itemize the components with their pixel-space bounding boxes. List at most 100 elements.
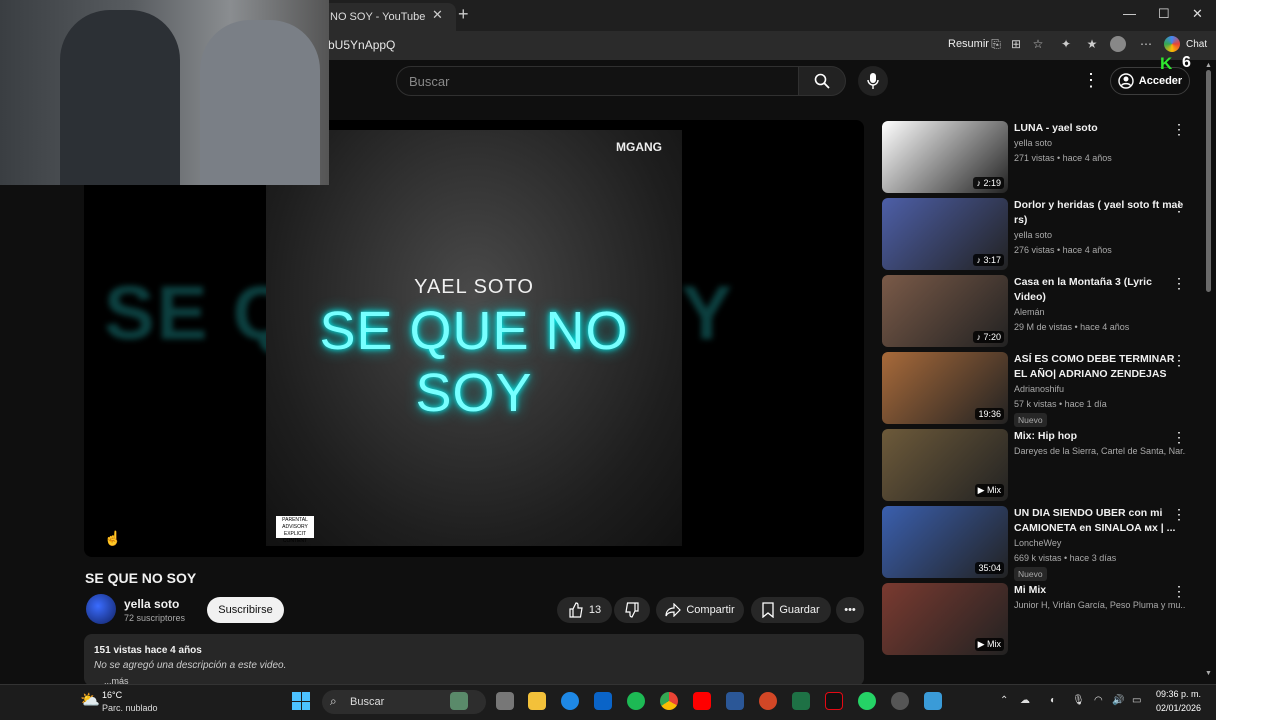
copilot-icon[interactable] <box>1164 36 1180 52</box>
maximize-button[interactable]: ☐ <box>1158 6 1170 22</box>
rec-kebab-icon[interactable]: ⋮ <box>1172 275 1186 292</box>
store-app-icon[interactable] <box>924 692 942 710</box>
rec-title[interactable]: Dorlor y heridas ( yael soto ft mae rs) <box>1014 198 1186 228</box>
rec-channel[interactable]: Dareyes de la Sierra, Cartel de Santa, N… <box>1014 446 1186 456</box>
rec-channel[interactable]: Alemán <box>1014 307 1186 317</box>
weather-icon[interactable]: ⛅ <box>80 690 100 710</box>
save-button[interactable]: Guardar <box>751 597 831 623</box>
minimize-button[interactable]: — <box>1123 6 1136 21</box>
tray-chevron-icon[interactable]: ⌃ <box>1000 695 1008 706</box>
channel-avatar[interactable] <box>86 594 116 624</box>
subscribe-button[interactable]: Suscribirse <box>207 597 284 623</box>
rec-title[interactable]: Mi Mix <box>1014 583 1186 598</box>
close-window-button[interactable]: ✕ <box>1192 6 1203 22</box>
recommendation-item[interactable]: ♪ 3:17 Dorlor y heridas ( yael soto ft ma… <box>882 198 1202 270</box>
chat-button[interactable]: Chat <box>1186 39 1207 50</box>
rec-channel[interactable]: yella soto <box>1014 230 1186 240</box>
outlook-icon[interactable] <box>594 692 612 710</box>
rec-channel[interactable]: yella soto <box>1014 138 1186 148</box>
scroll-down-icon[interactable]: ▼ <box>1205 670 1212 677</box>
rec-title[interactable]: ASÍ ES COMO DEBE TERMINAR EL AÑO| ADRIAN… <box>1014 352 1186 382</box>
channel-name[interactable]: yella soto <box>124 597 179 611</box>
rec-kebab-icon[interactable]: ⋮ <box>1172 429 1186 446</box>
onedrive-icon[interactable]: ☁ <box>1020 695 1030 706</box>
video-thumbnail[interactable]: ♪ 7:20 <box>882 275 1008 347</box>
youtube-app-icon[interactable] <box>693 692 711 710</box>
recommendation-item[interactable]: ▶ Mix Mi Mix Junior H, Virlán García, Peso… <box>882 583 1202 655</box>
whatsapp-icon[interactable] <box>858 692 876 710</box>
edge-icon[interactable] <box>561 692 579 710</box>
favorites-icon[interactable]: ★ <box>1084 36 1100 52</box>
rec-kebab-icon[interactable]: ⋮ <box>1172 506 1186 523</box>
dislike-button[interactable] <box>614 597 650 623</box>
rec-meta: 276 vistas • hace 4 años <box>1014 245 1112 255</box>
video-thumbnail[interactable]: ▶ Mix <box>882 583 1008 655</box>
rec-title[interactable]: Casa en la Montaña 3 (Lyric Video) <box>1014 275 1186 305</box>
rec-channel[interactable]: Junior H, Virlán García, Peso Pluma y mu… <box>1014 600 1186 610</box>
mic-tray-icon[interactable]: 🎙 <box>1072 695 1085 706</box>
spotify-icon[interactable] <box>627 692 645 710</box>
recommendation-item[interactable]: ♪ 7:20 Casa en la Montaña 3 (Lyric Video)… <box>882 275 1202 347</box>
video-thumbnail[interactable]: 19:36 <box>882 352 1008 424</box>
battery-icon[interactable]: ▭ <box>1132 695 1141 706</box>
new-tab-button[interactable]: + <box>458 4 469 25</box>
search-input[interactable]: Buscar <box>396 66 799 96</box>
signin-button[interactable]: Acceder <box>1110 67 1190 95</box>
tab-close-icon[interactable]: ✕ <box>432 7 443 23</box>
extensions-icon[interactable]: ✦ <box>1058 36 1074 52</box>
video-thumbnail[interactable]: ♪ 3:17 <box>882 198 1008 270</box>
settings-kebab-icon[interactable]: ⋮ <box>1082 70 1100 91</box>
duration-badge: 19:36 <box>975 408 1004 420</box>
rec-kebab-icon[interactable]: ⋮ <box>1172 583 1186 600</box>
word-icon[interactable] <box>726 692 744 710</box>
excel-icon[interactable] <box>792 692 810 710</box>
search-button[interactable] <box>798 66 846 96</box>
rec-title[interactable]: Mix: Hip hop <box>1014 429 1186 444</box>
video-player[interactable]: SE QUE NO SOY MGANG YAEL SOTO SE QUE NO … <box>84 120 864 557</box>
summarize-button[interactable]: Resumir <box>948 38 989 50</box>
more-actions-button[interactable]: ••• <box>836 597 864 623</box>
scroll-up-icon[interactable]: ▲ <box>1205 62 1212 69</box>
summarize-icon[interactable]: ⎘ <box>988 36 1004 52</box>
rec-title[interactable]: LUNA - yael soto <box>1014 121 1186 136</box>
tray-app-icon[interactable]: ◐ <box>1050 695 1056 706</box>
url-field[interactable]: bU5YnAppQ <box>328 38 395 52</box>
powerpoint-icon[interactable] <box>759 692 777 710</box>
share-button[interactable]: Compartir <box>656 597 744 623</box>
rec-kebab-icon[interactable]: ⋮ <box>1172 352 1186 369</box>
task-view-icon[interactable] <box>496 692 514 710</box>
file-explorer-icon[interactable] <box>528 692 546 710</box>
profile-icon[interactable] <box>1110 36 1126 52</box>
more-icon[interactable]: ⋯ <box>1138 36 1154 52</box>
video-thumbnail[interactable]: ▶ Mix <box>882 429 1008 501</box>
voice-search-button[interactable] <box>858 66 888 96</box>
chrome-icon[interactable] <box>660 692 678 710</box>
weather-temp[interactable]: 16°C <box>102 690 122 700</box>
apps-icon[interactable]: ⊞ <box>1008 36 1024 52</box>
volume-icon[interactable]: 🔊 <box>1112 695 1124 706</box>
alien-app-icon[interactable] <box>450 692 468 710</box>
clock-date[interactable]: 02/01/2026 <box>1156 703 1201 713</box>
like-button[interactable]: 13 <box>557 597 612 623</box>
clock-time[interactable]: 09:36 p. m. <box>1156 689 1201 699</box>
rec-kebab-icon[interactable]: ⋮ <box>1172 198 1186 215</box>
scrollbar-thumb[interactable] <box>1206 70 1211 292</box>
recommendation-item[interactable]: ▶ Mix Mix: Hip hop Dareyes de la Sierra, C… <box>882 429 1202 501</box>
rec-channel[interactable]: LoncheWey <box>1014 538 1186 548</box>
netflix-icon[interactable] <box>825 692 843 710</box>
rec-kebab-icon[interactable]: ⋮ <box>1172 121 1186 138</box>
video-thumbnail[interactable]: 35:04 <box>882 506 1008 578</box>
video-thumbnail[interactable]: ♪ 2:19 <box>882 121 1008 193</box>
search-icon <box>814 73 830 89</box>
recommendation-item[interactable]: 19:36 ASÍ ES COMO DEBE TERMINAR EL AÑO| A… <box>882 352 1202 427</box>
rec-title[interactable]: UN DIA SIENDO UBER con mi CAMIONETA en S… <box>1014 506 1186 536</box>
rec-channel[interactable]: Adrianoshifu <box>1014 384 1186 394</box>
recommendation-item[interactable]: ♪ 2:19 LUNA - yael soto yella soto 271 vist… <box>882 121 1202 193</box>
subscriber-count: 72 suscriptores <box>124 613 186 623</box>
weather-desc[interactable]: Parc. nublado <box>102 703 158 713</box>
windows-start-icon[interactable] <box>292 692 310 710</box>
star-icon[interactable]: ☆ <box>1030 36 1046 52</box>
wifi-icon[interactable]: ◠ <box>1094 695 1103 706</box>
recommendation-item[interactable]: 35:04 UN DIA SIENDO UBER con mi CAMIONETA… <box>882 506 1202 581</box>
app-icon[interactable] <box>891 692 909 710</box>
